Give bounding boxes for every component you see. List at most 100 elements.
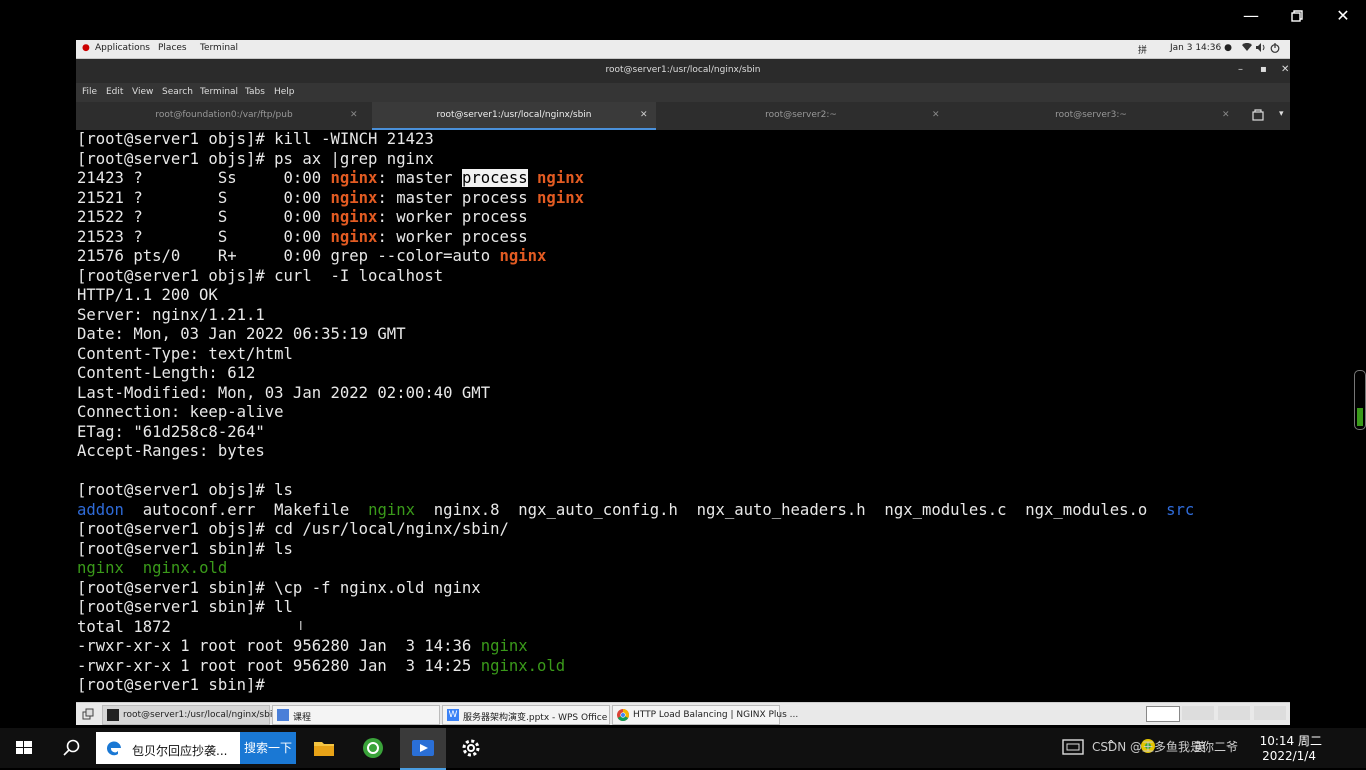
taskbar-active-app[interactable] xyxy=(400,728,446,770)
vm-task-label: 服务器架构演变.pptx - WPS Office xyxy=(463,713,608,723)
new-tab-icon[interactable] xyxy=(1252,109,1264,124)
windows-start-icon[interactable] xyxy=(12,736,38,760)
menu-terminal[interactable]: Terminal xyxy=(200,87,238,97)
terminal-prompt-line[interactable]: [root@server1 sbin]# xyxy=(77,676,1291,696)
applications-menu[interactable]: Applications xyxy=(95,43,150,53)
window-minimize-button[interactable]: – xyxy=(1238,64,1243,75)
vm-task-course[interactable]: 课程 xyxy=(272,705,440,725)
search-icon[interactable] xyxy=(60,736,86,760)
input-method-indicator[interactable]: 拼 xyxy=(1138,43,1147,56)
task-view-icon[interactable] xyxy=(1062,738,1084,756)
power-icon[interactable] xyxy=(1270,43,1280,56)
menu-tabs[interactable]: Tabs xyxy=(245,87,265,97)
window-close-button[interactable]: ✕ xyxy=(1281,64,1289,75)
vm-task-label: HTTP Load Balancing | NGINX Plus ... xyxy=(633,710,799,720)
tab-server3[interactable]: root@server3:~ ✕ xyxy=(946,102,1236,130)
close-icon[interactable]: ✕ xyxy=(1328,4,1358,28)
gnome-top-bar: ● Applications Places Terminal 拼 Jan 3 1… xyxy=(76,40,1290,59)
text: 21576 pts/0 R+ 0:00 grep --color=auto xyxy=(77,247,500,265)
menu-edit[interactable]: Edit xyxy=(106,87,123,97)
text: : worker process xyxy=(377,208,528,226)
terminal-line: -rwxr-xr-x 1 root root 956280 Jan 3 14:2… xyxy=(77,657,1291,677)
vm-task-terminal[interactable]: root@server1:/usr/local/nginx/sbin xyxy=(102,705,278,725)
360-browser-icon[interactable] xyxy=(361,736,387,760)
show-desktop-icon[interactable] xyxy=(82,708,94,723)
menu-view[interactable]: View xyxy=(132,87,153,97)
terminal-line: Server: nginx/1.21.1 xyxy=(77,305,265,324)
tab-list-chevron-icon[interactable]: ▾ xyxy=(1279,109,1284,119)
restore-icon[interactable] xyxy=(1282,4,1312,28)
clock-date[interactable]: 2022/1/4 xyxy=(1262,749,1316,763)
text: 21522 ? S 0:00 xyxy=(77,208,331,226)
settings-gear-icon[interactable] xyxy=(459,736,485,760)
tab-close-icon[interactable]: ✕ xyxy=(350,110,358,120)
menu-help[interactable]: Help xyxy=(274,87,295,97)
tab-close-icon[interactable]: ✕ xyxy=(640,110,648,120)
terminal-line: [root@server1 sbin]# \cp -f nginx.old ng… xyxy=(77,578,481,597)
text: -rwxr-xr-x 1 root root 956280 Jan 3 14:3… xyxy=(77,637,481,655)
grep-match: nginx xyxy=(499,247,547,265)
workspace-switcher-3[interactable] xyxy=(1218,706,1250,720)
tab-server2[interactable]: root@server2:~ ✕ xyxy=(656,102,946,130)
exec-name: nginx xyxy=(368,500,416,519)
edge-icon xyxy=(104,738,124,762)
tab-close-icon[interactable]: ✕ xyxy=(932,110,940,120)
text: : master process xyxy=(377,188,538,207)
text: 21521 ? S 0:00 xyxy=(77,188,331,207)
text: : master xyxy=(377,169,462,187)
text: nginx.8 ngx_auto_config.h ngx_auto_heade… xyxy=(415,500,1167,519)
host-scrollbar-thumb[interactable] xyxy=(1357,408,1363,426)
text: 21423 ? Ss 0:00 xyxy=(77,169,331,187)
workspace-switcher-1[interactable] xyxy=(1146,706,1180,722)
workspace-switcher-4[interactable] xyxy=(1254,706,1286,720)
windows-taskbar: 包贝尔回应抄袭... 搜索一下 ^ CSDN @王多鱼我是你二爷 英 10:14… xyxy=(0,728,1366,770)
host-scrollbar[interactable] xyxy=(1354,370,1366,430)
volume-icon[interactable] xyxy=(1256,43,1266,55)
video-player-icon xyxy=(410,736,436,764)
menu-file[interactable]: File xyxy=(82,87,97,97)
terminal-line: Date: Mon, 03 Jan 2022 06:35:19 GMT xyxy=(77,325,406,343)
tab-label: root@server2:~ xyxy=(765,110,837,120)
clock[interactable]: Jan 3 14:36 ● xyxy=(1170,43,1232,53)
wifi-icon[interactable] xyxy=(1242,42,1252,55)
terminal-line: 21576 pts/0 R+ 0:00 grep --color=auto ng… xyxy=(77,247,1291,267)
selected-text: process xyxy=(461,169,528,187)
menu-search[interactable]: Search xyxy=(162,87,193,97)
clock-time[interactable]: 10:14 周二 xyxy=(1260,732,1322,749)
workspace-switcher-2[interactable] xyxy=(1182,706,1214,720)
tab-close-icon[interactable]: ✕ xyxy=(1222,110,1230,120)
terminal-line: [root@server1 objs]# kill -WINCH 21423 xyxy=(77,130,434,148)
window-maximize-button[interactable]: ▪ xyxy=(1260,64,1267,75)
grep-match: nginx xyxy=(537,188,584,207)
tab-bar: root@foundation0:/var/ftp/pub ✕ root@ser… xyxy=(76,102,1290,130)
terminal-line: 21522 ? S 0:00 nginx: worker process xyxy=(77,208,1291,228)
terminal-line: 21521 ? S 0:00 nginx: master process ngi… xyxy=(77,189,1291,209)
text: autoconf.err Makefile xyxy=(123,500,369,519)
search-button[interactable]: 搜索一下 xyxy=(240,732,296,764)
vm-task-chrome[interactable]: HTTP Load Balancing | NGINX Plus ... xyxy=(612,705,798,725)
tab-server1[interactable]: root@server1:/usr/local/nginx/sbin ✕ xyxy=(372,102,656,130)
wps-icon: W xyxy=(447,709,459,721)
terminal-line: Connection: keep-alive xyxy=(77,403,284,421)
text xyxy=(528,169,537,187)
tab-foundation0[interactable]: root@foundation0:/var/ftp/pub ✕ xyxy=(76,102,372,130)
terminal-line: [root@server1 objs]# ls xyxy=(77,481,293,499)
file-explorer-icon[interactable] xyxy=(312,736,338,760)
terminal-output[interactable]: [root@server1 objs]# kill -WINCH 21423 [r… xyxy=(76,130,1291,700)
text xyxy=(124,559,143,577)
minimize-icon[interactable]: — xyxy=(1236,4,1266,28)
terminal-line: Accept-Ranges: bytes xyxy=(77,442,265,460)
vm-task-wps[interactable]: W 服务器架构演变.pptx - WPS Office xyxy=(442,705,610,725)
terminal-line: 21523 ? S 0:00 nginx: worker process xyxy=(77,228,1291,248)
csdn-watermark: CSDN @王多鱼我是你二爷 xyxy=(1091,740,1238,754)
text: -rwxr-xr-x 1 root root 956280 Jan 3 14:2… xyxy=(77,656,481,675)
grep-match: nginx xyxy=(537,169,584,187)
places-menu[interactable]: Places xyxy=(158,43,187,53)
taskbar-search-box[interactable]: 包贝尔回应抄袭... xyxy=(96,732,240,764)
grep-match: nginx xyxy=(330,169,378,187)
ime-indicator[interactable]: 英 xyxy=(1194,738,1206,755)
search-suggestion: 包贝尔回应抄袭... xyxy=(132,744,228,758)
grep-match: nginx xyxy=(330,227,378,246)
terminal-app-menu[interactable]: Terminal xyxy=(200,43,238,53)
document-icon xyxy=(277,709,289,721)
